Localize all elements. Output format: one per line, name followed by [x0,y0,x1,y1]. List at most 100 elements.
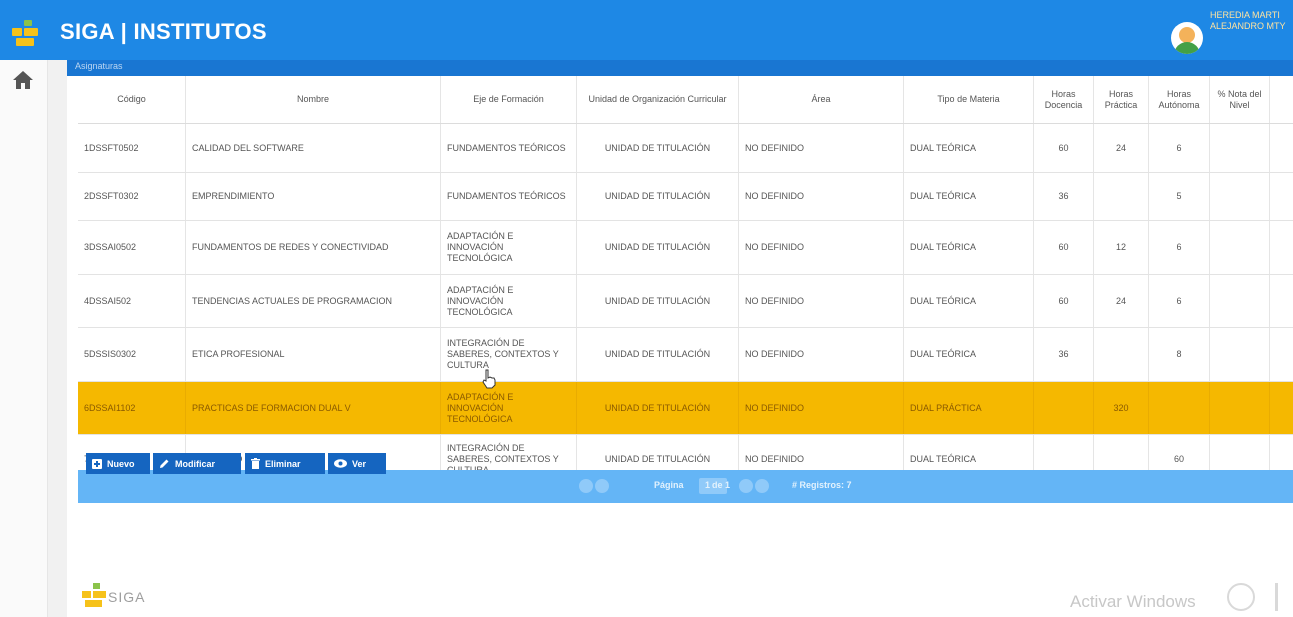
user-avatar[interactable] [1171,22,1203,54]
cell-code: 1DSSFT0502 [78,124,186,172]
column-header-name[interactable]: Nombre [186,76,441,123]
cell-area: NO DEFINIDO [739,221,904,274]
table-row-selected[interactable]: 6DSSAI1102 PRACTICAS DE FORMACION DUAL VA… [78,382,1293,435]
cell-unit: UNIDAD DE TITULACIÓN [577,328,739,381]
cell-type: DUAL PRÁCTICA [904,382,1034,434]
prev-page-button[interactable] [595,479,609,493]
cell-area: NO DEFINIDO [739,275,904,327]
cell-practice-hours: 320 [1094,382,1149,434]
panel-header: Asignaturas [67,60,1293,76]
windows-activation-watermark: Activar Windows [1070,592,1196,611]
delete-button[interactable]: Eliminar [245,453,325,474]
table-row[interactable]: 4DSSAI502 TENDENCIAS ACTUALES DE PROGRAMA… [78,275,1293,328]
cell-axis: FUNDAMENTOS TEÓRICOS [441,124,577,172]
seal-edge-icon [1275,583,1289,611]
column-header-area[interactable]: Área [739,76,904,123]
cell-unit: UNIDAD DE TITULACIÓN [577,173,739,220]
cell-autonomous-hours [1149,382,1210,434]
siga-logo-icon [12,20,38,46]
column-header-teaching-hours[interactable]: Horas Docencia [1034,76,1094,123]
cell-teaching-hours: 60 [1034,124,1094,172]
cell-practice-hours: 24 [1094,275,1149,327]
sidebar [0,60,48,617]
cell-practice-hours: 24 [1094,124,1149,172]
next-page-button[interactable] [739,479,753,493]
cell-type: DUAL TEÓRICA [904,221,1034,274]
column-header-unit[interactable]: Unidad de Organización Curricular [577,76,739,123]
last-page-button[interactable] [755,479,769,493]
cell-practice-hours [1094,173,1149,220]
cell-grade-percent [1210,124,1270,172]
cell-axis: INTEGRACIÓN DE SABERES, CONTEXTOS Y CULT… [441,328,577,381]
cell-grade-percent [1210,173,1270,220]
pagination-bar: Página 1 de 1 # Registros: 7 [78,470,1293,503]
table-row[interactable]: 1DSSFT0502 CALIDAD DEL SOFTWARE FUNDAMENTO… [78,124,1293,173]
column-header-code[interactable]: Código [78,76,186,123]
cell-type: DUAL TEÓRICA [904,173,1034,220]
cell-practice-hours: 12 [1094,221,1149,274]
modify-button-label: Modificar [175,458,216,469]
hand-cursor-icon [482,369,496,389]
cell-axis: FUNDAMENTOS TEÓRICOS [441,173,577,220]
column-header-practice-hours[interactable]: Horas Práctica [1094,76,1149,123]
column-header-type[interactable]: Tipo de Materia [904,76,1034,123]
cell-autonomous-hours: 5 [1149,173,1210,220]
cell-type: DUAL TEÓRICA [904,124,1034,172]
cell-name: PRACTICAS DE FORMACION DUAL V [186,382,441,434]
footer-brand: SIGA [108,589,146,605]
panel-title: Asignaturas [75,61,123,71]
cell-area: NO DEFINIDO [739,124,904,172]
user-name[interactable]: HEREDIA MARTI ALEJANDRO MTY [1210,10,1293,32]
cell-grade-percent [1210,221,1270,274]
table-row[interactable]: 3DSSAI0502 FUNDAMENTOS DE REDES Y CONECTI… [78,221,1293,275]
cell-unit: UNIDAD DE TITULACIÓN [577,275,739,327]
cell-name: TENDENCIAS ACTUALES DE PROGRAMACION [186,275,441,327]
cell-grade-percent [1210,275,1270,327]
table-row[interactable]: 2DSSFT0302 EMPRENDIMIENTO FUNDAMENTOS TEÓR… [78,173,1293,221]
new-button-label: Nuevo [107,458,135,469]
cell-name: CALIDAD DEL SOFTWARE [186,124,441,172]
cell-unit: UNIDAD DE TITULACIÓN [577,382,739,434]
modify-button[interactable]: Modificar [153,453,241,474]
cell-teaching-hours: 60 [1034,221,1094,274]
cell-code: 5DSSIS0302 [78,328,186,381]
trash-icon [251,458,260,469]
cell-code: 2DSSFT0302 [78,173,186,220]
cell-unit: UNIDAD DE TITULACIÓN [577,221,739,274]
column-header-autonomous-hours[interactable]: Horas Autónoma [1149,76,1210,123]
records-count: # Registros: 7 [792,480,852,490]
cell-teaching-hours: 36 [1034,328,1094,381]
cell-name: ETICA PROFESIONAL [186,328,441,381]
app-title: SIGA | INSTITUTOS [60,19,267,44]
new-icon [92,458,102,469]
delete-button-label: Eliminar [265,458,301,469]
cell-code: 4DSSAI502 [78,275,186,327]
footer-logo-icon [82,583,106,607]
first-page-button[interactable] [579,479,593,493]
view-button[interactable]: Ver [328,453,386,474]
cell-axis: ADAPTACIÓN E INNOVACIÓN TECNOLÓGICA [441,275,577,327]
cell-autonomous-hours: 6 [1149,124,1210,172]
cell-grade-percent [1210,382,1270,434]
cell-type: DUAL TEÓRICA [904,328,1034,381]
cell-teaching-hours: 60 [1034,275,1094,327]
new-button[interactable]: Nuevo [86,453,150,474]
page-of-label: de 1 [712,480,731,490]
table-row[interactable]: 5DSSIS0302 ETICA PROFESIONAL INTEGRACIÓN D… [78,328,1293,382]
subjects-table: Código Nombre Eje de Formación Unidad de Or… [78,76,1293,485]
page-label: Página [654,480,684,490]
column-header-axis[interactable]: Eje de Formación [441,76,577,123]
institution-seal-icon [1227,583,1255,611]
home-icon[interactable] [12,70,34,90]
cell-name: FUNDAMENTOS DE REDES Y CONECTIVIDAD [186,221,441,274]
cell-axis: ADAPTACIÓN E INNOVACIÓN TECNOLÓGICA [441,382,577,434]
cell-code: 3DSSAI0502 [78,221,186,274]
column-header-grade-percent[interactable]: % Nota del Nivel [1210,76,1270,123]
view-button-label: Ver [352,458,367,469]
cell-grade-percent [1210,328,1270,381]
cell-practice-hours [1094,328,1149,381]
pencil-icon [160,459,169,468]
cell-autonomous-hours: 6 [1149,275,1210,327]
cell-autonomous-hours: 8 [1149,328,1210,381]
cell-teaching-hours: 36 [1034,173,1094,220]
